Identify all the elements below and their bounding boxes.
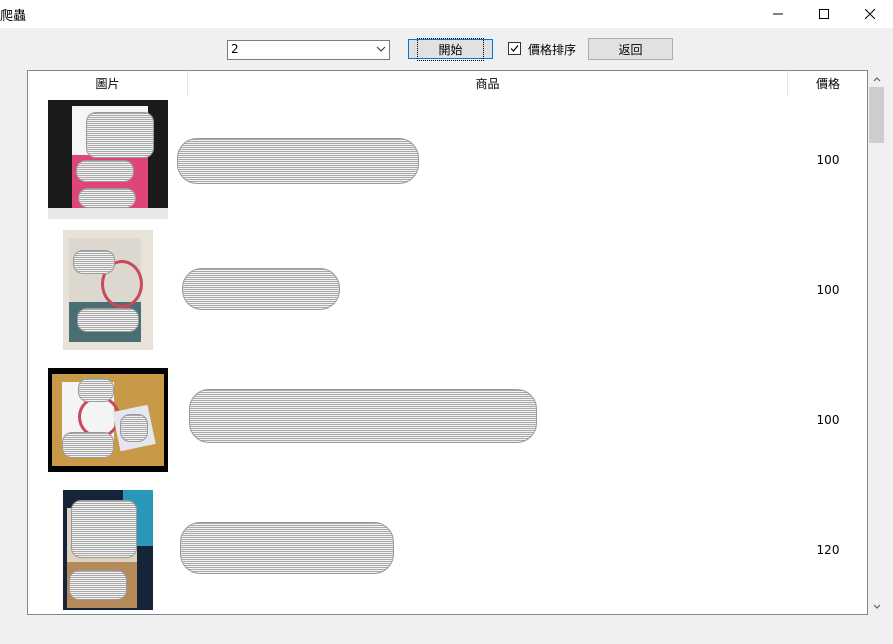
- back-button-label: 返回: [618, 42, 643, 57]
- close-icon: [865, 9, 875, 19]
- chevron-up-icon: [873, 76, 880, 81]
- checkmark-icon: [510, 45, 519, 52]
- price-cell: 100: [816, 413, 840, 427]
- title-bar: 爬蟲: [0, 0, 893, 28]
- product-image: [48, 100, 168, 219]
- product-image: [63, 230, 153, 350]
- back-button[interactable]: 返回: [588, 38, 673, 60]
- scroll-thumb[interactable]: [869, 87, 884, 143]
- maximize-icon: [819, 9, 829, 19]
- window-title: 爬蟲: [0, 9, 27, 24]
- price-cell: 100: [816, 153, 840, 167]
- price-sort-checkbox[interactable]: [508, 42, 521, 55]
- start-button[interactable]: 開始: [408, 37, 493, 61]
- product-image: [63, 490, 153, 610]
- product-name-redacted: [182, 268, 340, 310]
- close-button[interactable]: [847, 0, 893, 28]
- product-image: [48, 368, 168, 472]
- start-button-label: 開始: [417, 37, 484, 61]
- scroll-up-button[interactable]: [868, 70, 885, 87]
- page-select[interactable]: 2: [227, 40, 390, 60]
- page-select-value: 2: [231, 42, 239, 56]
- product-name-redacted: [180, 522, 394, 574]
- column-header-image[interactable]: 圖片: [28, 71, 188, 95]
- product-name-redacted: [189, 389, 537, 443]
- minimize-icon: [773, 13, 783, 15]
- price-cell: 100: [816, 283, 840, 297]
- product-name-redacted: [177, 138, 419, 184]
- scroll-down-button[interactable]: [868, 598, 885, 615]
- product-grid[interactable]: 圖片 商品 價格 100 100 100 120: [27, 70, 868, 615]
- price-cell: 120: [816, 543, 840, 557]
- column-header-product[interactable]: 商品: [188, 71, 788, 95]
- maximize-button[interactable]: [801, 0, 847, 28]
- chevron-down-icon: [376, 46, 386, 52]
- column-header-price[interactable]: 價格: [788, 71, 867, 95]
- chevron-down-icon: [873, 604, 880, 609]
- minimize-button[interactable]: [755, 0, 801, 28]
- price-sort-label[interactable]: 價格排序: [528, 41, 576, 58]
- vertical-scrollbar[interactable]: [868, 70, 885, 615]
